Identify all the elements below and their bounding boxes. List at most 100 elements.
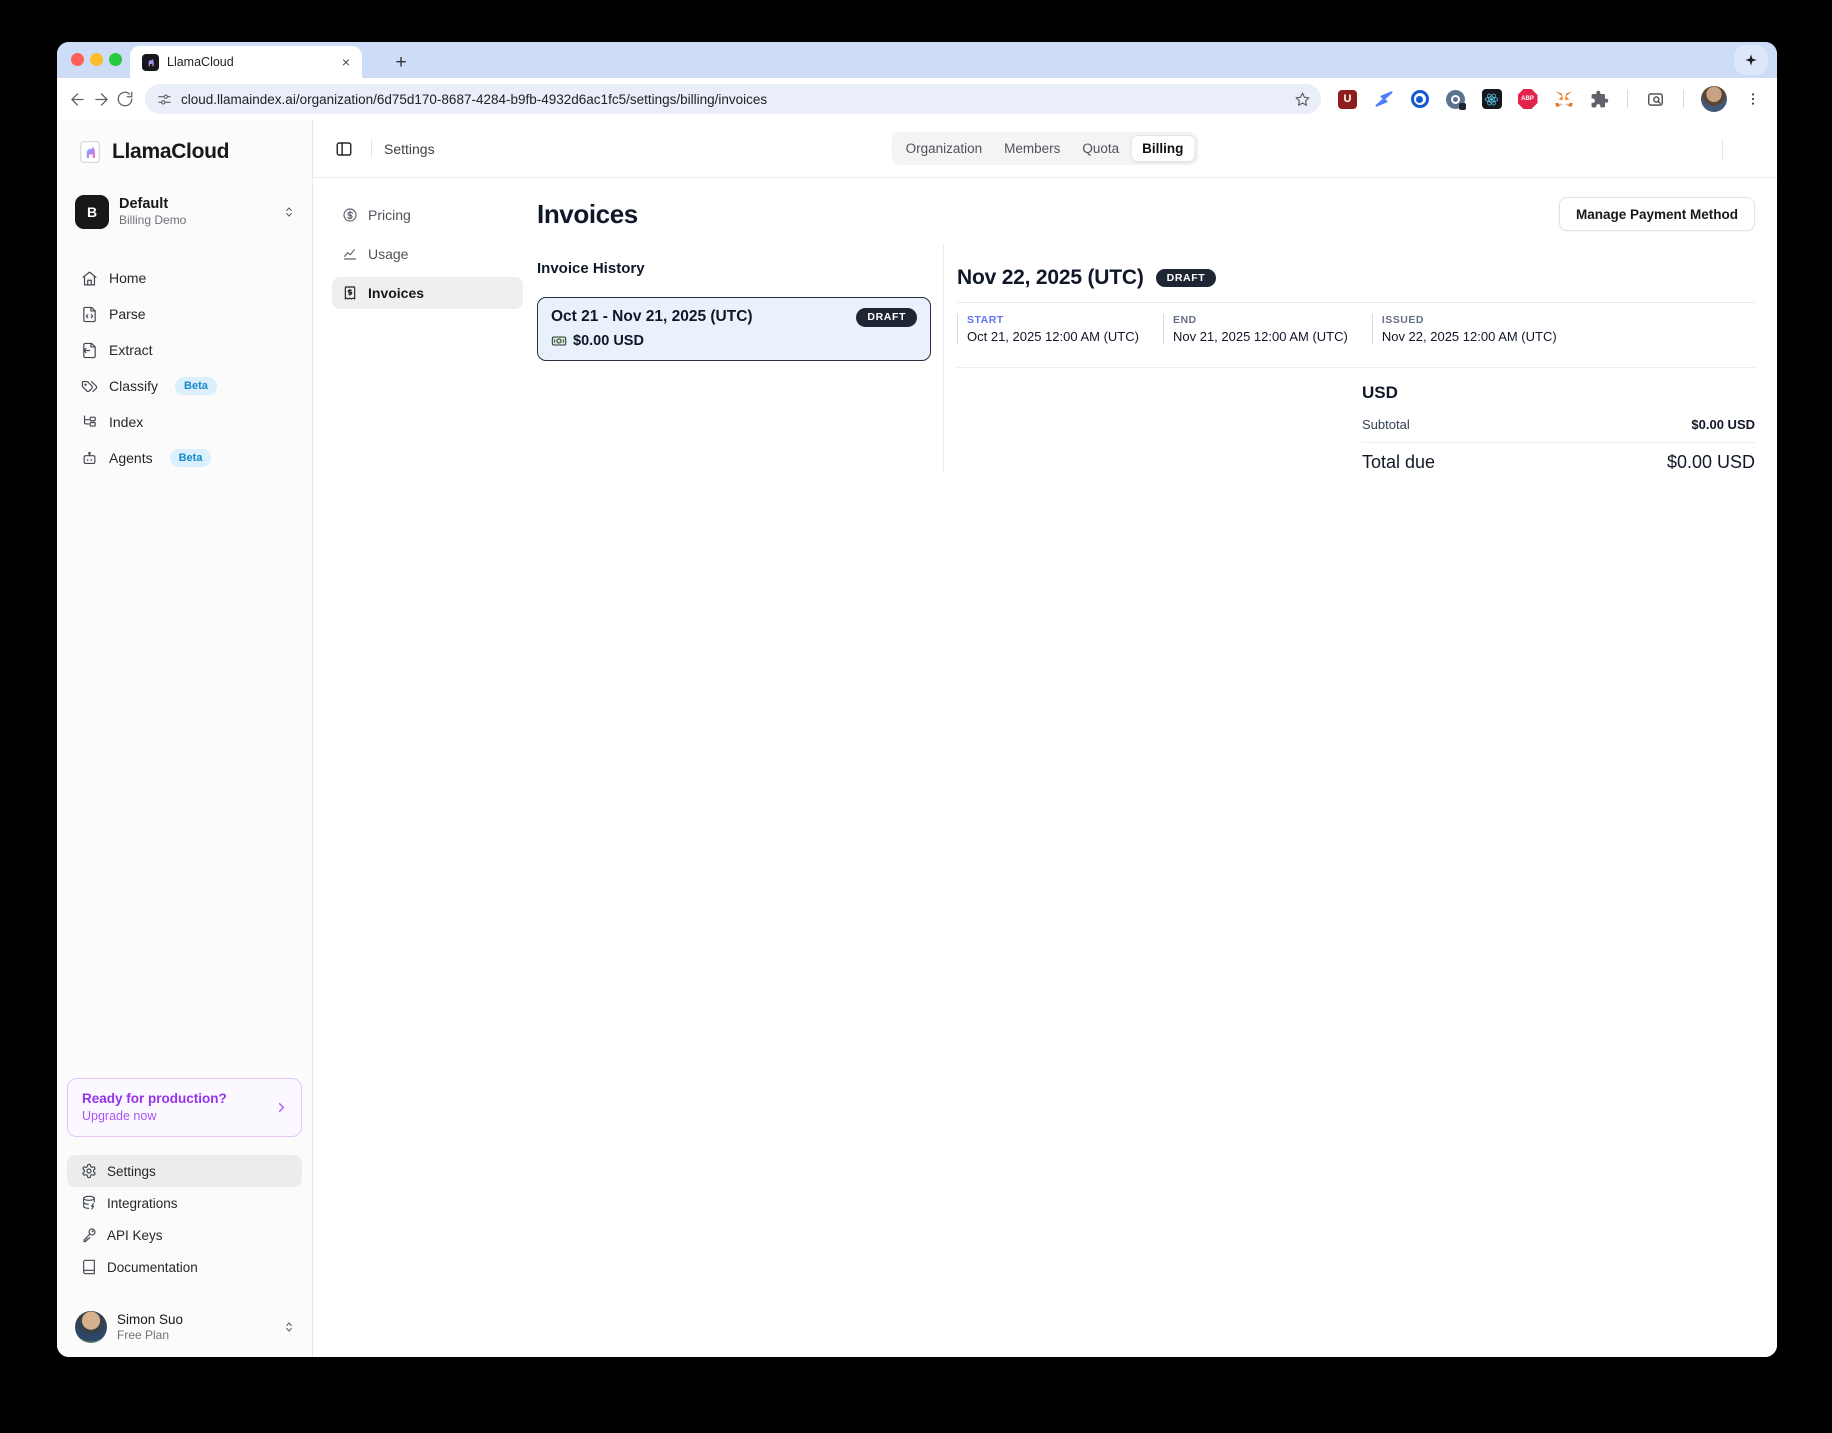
onepassword-icon[interactable] — [1445, 89, 1466, 110]
chart-icon — [342, 246, 358, 262]
secondary-nav: Settings Integrations API Keys Documenta… — [67, 1155, 302, 1283]
brand-name: LlamaCloud — [112, 140, 229, 164]
meta-end: END Nov 21, 2025 12:00 AM (UTC) — [1163, 314, 1372, 344]
beta-badge: Beta — [170, 449, 212, 467]
org-switcher[interactable]: B Default Billing Demo — [67, 195, 302, 229]
browser-profile-avatar[interactable] — [1701, 86, 1727, 112]
browser-tab[interactable]: LlamaCloud × — [130, 46, 362, 78]
manage-payment-method-button[interactable]: Manage Payment Method — [1559, 197, 1755, 231]
browser-menu-icon[interactable] — [1742, 89, 1763, 110]
tab-organization[interactable]: Organization — [895, 136, 994, 161]
browser-tab-strip: LlamaCloud × + — [57, 42, 1777, 78]
chevron-up-down-icon — [282, 205, 296, 219]
close-window-button[interactable] — [71, 53, 84, 66]
sidebar-toggle-icon[interactable] — [329, 134, 359, 164]
tab-billing[interactable]: Billing — [1130, 135, 1195, 162]
toolbar-divider — [1627, 90, 1628, 108]
invoices-main: Invoices Manage Payment Method Invoice H… — [523, 178, 1777, 1357]
meta-issued: ISSUED Nov 22, 2025 12:00 AM (UTC) — [1372, 314, 1581, 344]
gear-icon — [81, 1163, 97, 1179]
sparkle-button[interactable] — [1734, 45, 1768, 75]
tree-icon — [81, 414, 98, 431]
toolbar-divider — [1683, 90, 1684, 108]
target-extension-icon[interactable] — [1409, 89, 1430, 110]
invoice-period: Oct 21 - Nov 21, 2025 (UTC) — [551, 308, 753, 326]
address-bar[interactable]: cloud.llamaindex.ai/organization/6d75d17… — [145, 84, 1321, 114]
invoice-meta: START Oct 21, 2025 12:00 AM (UTC) END No… — [957, 314, 1755, 344]
app-sidebar: LlamaCloud B Default Billing Demo Home P… — [57, 120, 313, 1357]
sidebar-item-api-keys[interactable]: API Keys — [67, 1219, 302, 1251]
breadcrumb: Settings — [384, 141, 435, 157]
tab-quota[interactable]: Quota — [1071, 136, 1130, 161]
divider — [957, 302, 1755, 303]
app-header: Settings Organization Members Quota Bill… — [313, 120, 1777, 178]
ublock-origin-icon[interactable]: U — [1337, 89, 1358, 110]
llamacloud-logo-icon — [77, 139, 103, 165]
org-avatar: B — [75, 195, 109, 229]
upgrade-card[interactable]: Ready for production? Upgrade now — [67, 1078, 302, 1137]
file-extract-icon — [81, 342, 98, 359]
tab-search-icon[interactable] — [1645, 89, 1666, 110]
billing-nav-invoices[interactable]: Invoices — [332, 277, 523, 309]
money-banknote-icon — [551, 333, 567, 349]
upgrade-cta[interactable]: Upgrade now — [82, 1109, 274, 1124]
forward-button[interactable] — [91, 85, 111, 113]
tab-members[interactable]: Members — [993, 136, 1071, 161]
site-controls-icon[interactable] — [157, 92, 172, 107]
invoice-totals: USD Subtotal $0.00 USD Total due $0.00 U… — [1362, 368, 1755, 473]
org-name: Default — [119, 196, 272, 213]
billing-nav-pricing[interactable]: Pricing — [332, 199, 523, 231]
sidebar-item-documentation[interactable]: Documentation — [67, 1251, 302, 1283]
receipt-icon — [342, 285, 358, 301]
tags-icon — [81, 378, 98, 395]
extensions-puzzle-icon[interactable] — [1589, 89, 1610, 110]
extensions-row: U ABP — [1337, 86, 1763, 112]
sidebar-item-integrations[interactable]: Integrations — [67, 1187, 302, 1219]
billing-nav-usage[interactable]: Usage — [332, 238, 523, 270]
book-icon — [81, 1259, 97, 1275]
sidebar-item-agents[interactable]: Agents Beta — [67, 440, 302, 476]
back-button[interactable] — [67, 85, 87, 113]
maximize-window-button[interactable] — [109, 53, 122, 66]
brand[interactable]: LlamaCloud — [67, 134, 302, 170]
sidebar-item-parse[interactable]: Parse — [67, 296, 302, 332]
tab-title: LlamaCloud — [167, 55, 332, 69]
blue-plane-extension-icon[interactable] — [1373, 89, 1394, 110]
llamacloud-favicon-icon — [142, 54, 159, 71]
user-menu[interactable]: Simon Suo Free Plan — [67, 1307, 302, 1347]
user-name: Simon Suo — [117, 1312, 272, 1327]
currency-heading: USD — [1362, 383, 1755, 403]
adblock-plus-icon[interactable]: ABP — [1517, 89, 1538, 110]
minimize-window-button[interactable] — [90, 53, 103, 66]
beta-badge: Beta — [175, 377, 217, 395]
chevron-up-down-icon — [282, 1320, 296, 1334]
subtotal-row: Subtotal $0.00 USD — [1362, 417, 1755, 432]
close-tab-icon[interactable]: × — [340, 54, 352, 70]
primary-nav: Home Parse Extract Classify Beta Index A — [67, 260, 302, 476]
metamask-icon[interactable] — [1553, 89, 1574, 110]
invoice-detail-title: Nov 22, 2025 (UTC) — [957, 266, 1144, 290]
react-devtools-icon[interactable] — [1481, 89, 1502, 110]
reload-button[interactable] — [115, 85, 135, 113]
bookmark-star-icon[interactable] — [1294, 91, 1311, 108]
draft-status-badge: DRAFT — [856, 308, 917, 327]
new-tab-button[interactable]: + — [388, 50, 414, 76]
url-text[interactable]: cloud.llamaindex.ai/organization/6d75d17… — [181, 92, 1285, 107]
sidebar-item-settings[interactable]: Settings — [67, 1155, 302, 1187]
billing-sub-nav: Pricing Usage Invoices — [313, 178, 523, 1357]
four-point-star-icon — [1743, 52, 1759, 68]
org-description: Billing Demo — [119, 214, 272, 228]
content-area: Settings Organization Members Quota Bill… — [313, 120, 1777, 1357]
invoice-history-item[interactable]: Oct 21 - Nov 21, 2025 (UTC) DRAFT $0.00 … — [537, 297, 931, 361]
database-icon — [81, 1195, 97, 1211]
chevron-right-icon — [274, 1100, 289, 1115]
sidebar-item-extract[interactable]: Extract — [67, 332, 302, 368]
bot-icon — [81, 450, 98, 467]
page-title: Invoices — [537, 199, 638, 230]
total-due-row: Total due $0.00 USD — [1362, 452, 1755, 473]
sidebar-item-classify[interactable]: Classify Beta — [67, 368, 302, 404]
invoice-history-heading: Invoice History — [537, 260, 931, 277]
sidebar-item-index[interactable]: Index — [67, 404, 302, 440]
invoice-amount: $0.00 USD — [573, 333, 644, 349]
sidebar-item-home[interactable]: Home — [67, 260, 302, 296]
